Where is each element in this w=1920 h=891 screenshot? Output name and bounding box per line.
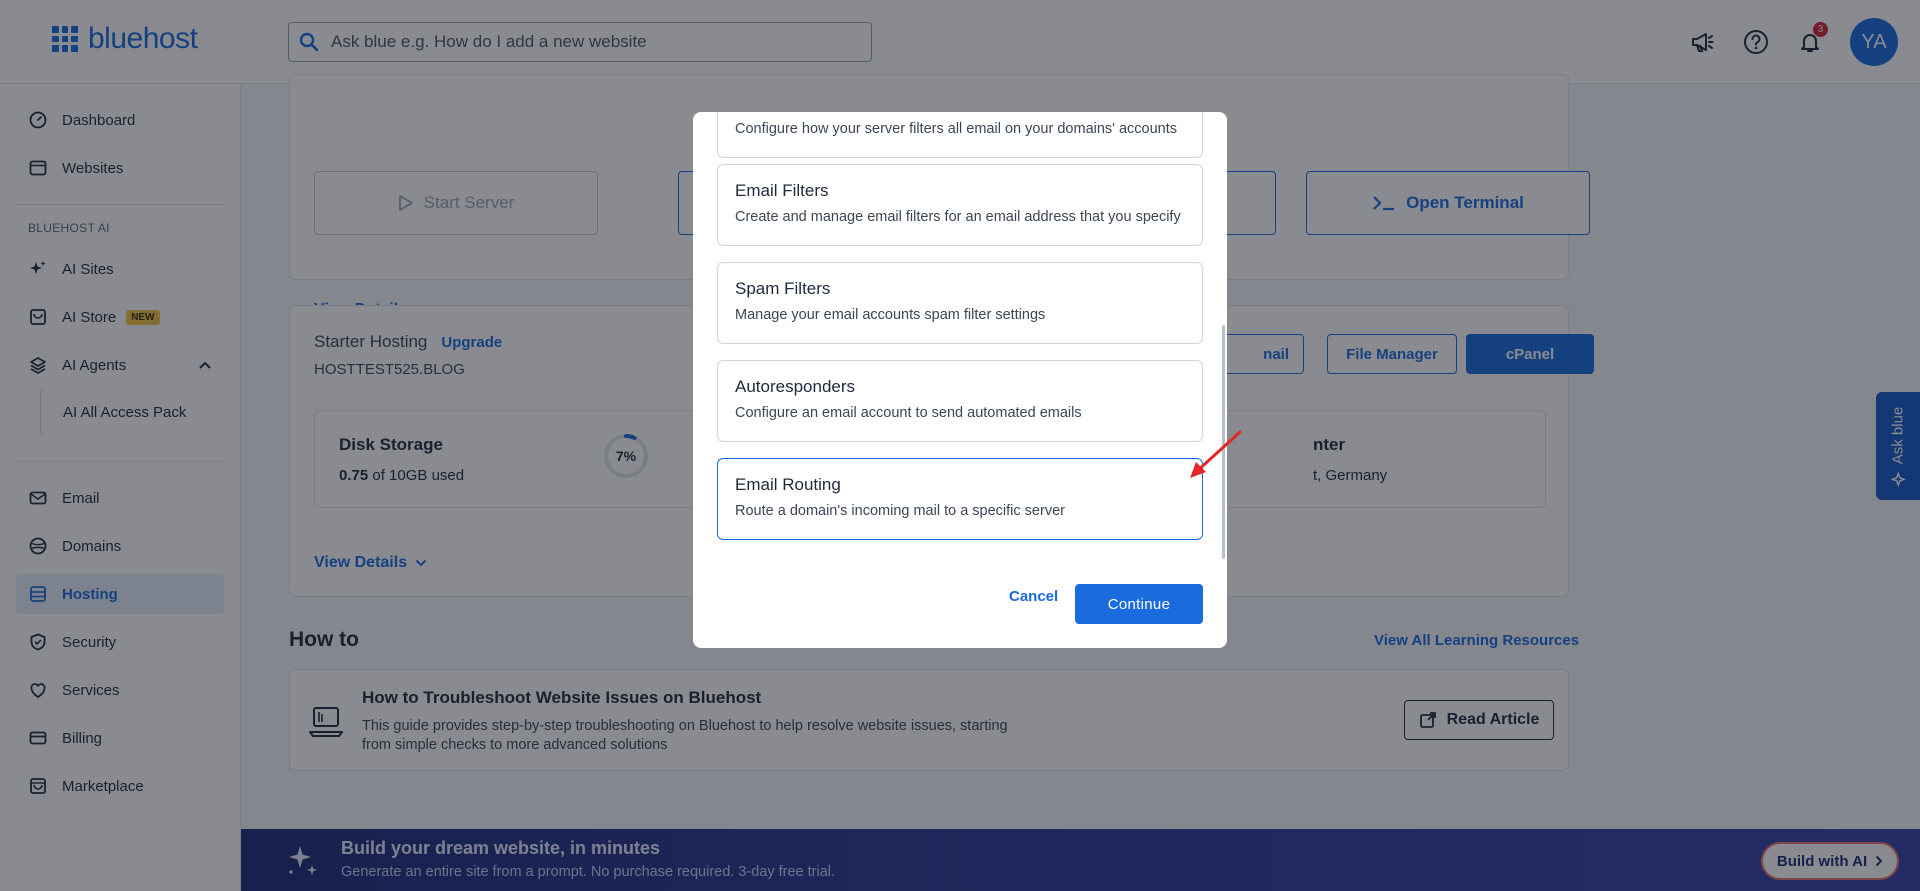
email-option-partial[interactable]: Configure how your server filters all em… bbox=[717, 112, 1203, 158]
cancel-button[interactable]: Cancel bbox=[1009, 588, 1058, 605]
option-title: Spam Filters bbox=[735, 279, 831, 298]
email-options-modal: Configure how your server filters all em… bbox=[693, 112, 1227, 648]
option-description: Configure how your server filters all em… bbox=[735, 121, 1177, 137]
option-autoresponders[interactable]: Autoresponders Configure an email accoun… bbox=[717, 360, 1203, 442]
option-description: Route a domain's incoming mail to a spec… bbox=[735, 503, 1065, 519]
option-title: Autoresponders bbox=[735, 377, 856, 396]
option-description: Create and manage email filters for an e… bbox=[735, 209, 1181, 225]
option-title: Email Routing bbox=[735, 475, 841, 494]
option-title: Email Filters bbox=[735, 181, 829, 200]
option-description: Manage your email accounts spam filter s… bbox=[735, 307, 1046, 323]
option-spam-filters[interactable]: Spam Filters Manage your email accounts … bbox=[717, 262, 1203, 344]
option-email-filters[interactable]: Email Filters Create and manage email fi… bbox=[717, 164, 1203, 246]
option-description: Configure an email account to send autom… bbox=[735, 405, 1082, 421]
annotation-arrow-icon bbox=[1190, 430, 1242, 478]
option-email-routing[interactable]: Email Routing Route a domain's incoming … bbox=[717, 458, 1203, 540]
continue-button[interactable]: Continue bbox=[1075, 584, 1203, 624]
